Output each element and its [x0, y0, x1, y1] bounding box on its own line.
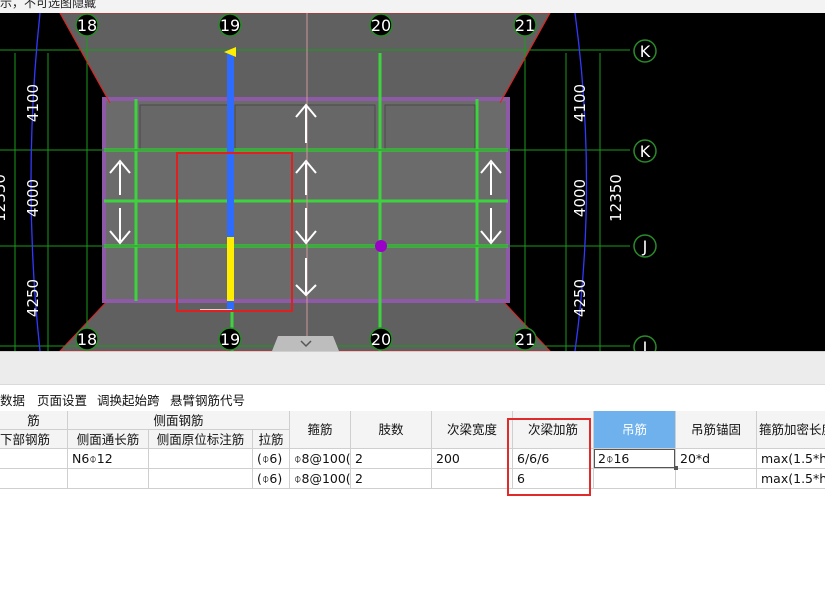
dim-left: 4250: [24, 279, 42, 317]
dim-right: 4000: [571, 179, 589, 217]
cell-r1-secondary-add[interactable]: 6/6/6: [513, 449, 594, 469]
slab-panel: [384, 104, 476, 151]
cell-r2-legs[interactable]: 2: [351, 469, 432, 489]
header-bottom-rebar[interactable]: 下部钢筋: [0, 430, 68, 449]
header-tie[interactable]: 拉筋: [253, 430, 290, 449]
axis-label-top: 21: [515, 16, 535, 35]
header-group-side: 侧面钢筋: [68, 411, 290, 430]
axis-label-bottom: 18: [77, 330, 97, 349]
hint-bar: 示，不可选图隐藏: [0, 0, 825, 13]
toolbar-item-data[interactable]: 数据: [0, 390, 25, 409]
axis-label-bottom: 21: [515, 330, 535, 349]
header-col0-top: 筋: [0, 411, 68, 430]
row-label: K: [640, 42, 651, 61]
toolbar-item-page-setup[interactable]: 页面设置: [37, 390, 87, 409]
collapse-tab[interactable]: [272, 336, 339, 351]
cell-r2-col0[interactable]: [0, 469, 68, 489]
dim-right: 4250: [571, 279, 589, 317]
cell-r2-tie[interactable]: (⌽6): [253, 469, 290, 489]
header-stirrup-dense[interactable]: 箍筋加密长度: [757, 411, 825, 449]
row-label: K: [640, 142, 651, 161]
upper-trapezoid: [59, 13, 551, 104]
fill-handle[interactable]: [674, 466, 678, 470]
table-toolbar: 数据 页面设置 调换起始跨 悬臂钢筋代号: [0, 385, 825, 410]
dim-left: 4000: [24, 179, 42, 217]
dim-right: 4100: [571, 84, 589, 122]
cell-r2-secondary-add[interactable]: 6: [513, 469, 594, 489]
header-side-origin[interactable]: 侧面原位标注筋: [149, 430, 253, 449]
header-hanger[interactable]: 吊筋: [594, 411, 676, 449]
row-label: J: [642, 338, 648, 351]
header-legs[interactable]: 肢数: [351, 411, 432, 449]
row-label: J: [642, 237, 648, 256]
cell-r2-stirrup-dense[interactable]: max(1.5*h,5: [757, 469, 825, 489]
axis-label-bottom: 20: [371, 330, 391, 349]
header-stirrup[interactable]: 箍筋: [290, 411, 351, 449]
axis-label-top: 18: [77, 16, 97, 35]
cell-r1-legs[interactable]: 2: [351, 449, 432, 469]
dim-left-total: 12350: [0, 174, 9, 222]
toolbar-item-swap-start-span[interactable]: 调换起始跨: [97, 390, 160, 409]
cell-r2-hanger[interactable]: [594, 469, 676, 489]
cell-r2-hanger-anchor[interactable]: [676, 469, 757, 489]
cell-r2-stirrup[interactable]: ⌽8@100(: [290, 469, 351, 489]
header-side-through[interactable]: 侧面通长筋: [68, 430, 149, 449]
cell-r2-side-through[interactable]: [68, 469, 149, 489]
rebar-selected: [227, 237, 234, 301]
slab-panel: [139, 104, 231, 151]
hint-text: 示，不可选图隐藏: [0, 0, 97, 10]
panel-splitter[interactable]: [0, 351, 825, 385]
cell-r2-side-origin[interactable]: [149, 469, 253, 489]
cell-r1-hanger[interactable]: 2⌽16: [594, 449, 676, 469]
cell-r1-secondary-width[interactable]: 200: [432, 449, 513, 469]
toolbar-item-cantilever-code[interactable]: 悬臂钢筋代号: [170, 390, 245, 409]
cell-r1-side-through[interactable]: N6⌽12: [68, 449, 149, 469]
cell-r1-side-origin[interactable]: [149, 449, 253, 469]
axis-label-bottom: 19: [220, 330, 240, 349]
header-secondary-add[interactable]: 次梁加筋: [513, 411, 594, 449]
cell-r2-secondary-width[interactable]: [432, 469, 513, 489]
cell-r1-col0[interactable]: [0, 449, 68, 469]
cell-r1-stirrup-dense[interactable]: max(1.5*h,5: [757, 449, 825, 469]
header-hanger-anchor[interactable]: 吊筋锚固: [676, 411, 757, 449]
header-secondary-width[interactable]: 次梁宽度: [432, 411, 513, 449]
drawing-canvas[interactable]: 18 19 20 21 18 19 20 21 K K J J 4100 400…: [0, 13, 825, 351]
dim-right-total: 12350: [607, 174, 625, 222]
column-node: [375, 240, 387, 252]
dim-left: 4100: [24, 84, 42, 122]
cell-r1-stirrup[interactable]: ⌽8@100(: [290, 449, 351, 469]
axis-label-top: 20: [371, 16, 391, 35]
rebar-table: 筋 侧面钢筋 箍筋 肢数 次梁宽度 次梁加筋 吊筋 吊筋锚固 箍筋加密长度 下部…: [0, 411, 825, 605]
axis-label-top: 19: [220, 16, 240, 35]
cell-r1-tie[interactable]: (⌽6): [253, 449, 290, 469]
cell-r1-hanger-anchor[interactable]: 20*d: [676, 449, 757, 469]
